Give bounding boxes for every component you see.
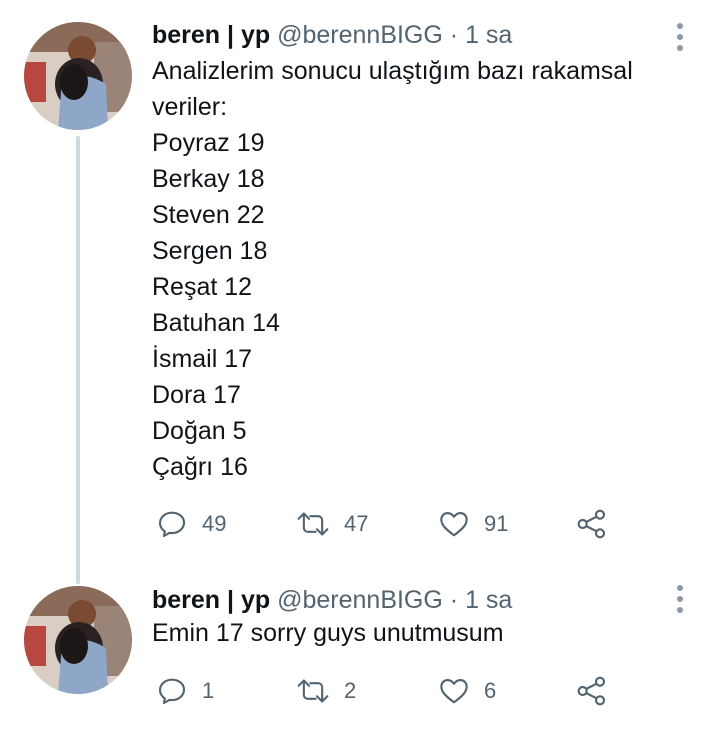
tweet-actions: 49 47 91: [156, 504, 626, 544]
tweet[interactable]: beren | yp @berennBIGG · 1 sa Analizleri…: [0, 0, 719, 584]
like-button[interactable]: 91: [438, 504, 508, 544]
avatar[interactable]: [24, 586, 132, 694]
separator-dot: ·: [449, 586, 459, 614]
tweet-text-line: Reşat 12: [152, 273, 253, 301]
tweet-text: Analizlerim sonucu ulaştığım bazı rakams…: [152, 53, 692, 485]
thread-connector-line: [76, 136, 80, 584]
avatar[interactable]: [24, 22, 132, 130]
tweet-text-line: veriler:: [152, 93, 228, 121]
separator-dot: ·: [449, 21, 459, 49]
tweet-actions: 1 2 6: [156, 671, 626, 711]
tweet-text-line: Çağrı 16: [152, 453, 248, 481]
reply-count: 1: [202, 678, 215, 703]
more-vertical-icon: [677, 585, 683, 613]
retweet-icon: [297, 512, 329, 536]
tweet-text-line: Sergen 18: [152, 237, 268, 265]
retweet-button[interactable]: 47: [296, 504, 368, 544]
tweet-text-line: Steven 22: [152, 201, 265, 229]
tweet-header: beren | yp @berennBIGG · 1 sa: [152, 18, 512, 52]
author-name[interactable]: beren | yp: [152, 21, 270, 49]
avatar-photo: [24, 586, 132, 694]
like-button[interactable]: 6: [438, 671, 496, 711]
timestamp[interactable]: 1 sa: [465, 21, 512, 49]
like-count: 6: [484, 678, 497, 703]
tweet-text: Emin 17 sorry guys unutmusum: [152, 615, 692, 651]
share-icon: [577, 509, 606, 539]
tweet-text-line: Poyraz 19: [152, 129, 265, 157]
avatar-photo: [24, 22, 132, 130]
reply-button[interactable]: 49: [156, 504, 226, 544]
heart-icon: [440, 512, 468, 537]
reply-icon: [158, 678, 186, 705]
author-name[interactable]: beren | yp: [152, 586, 270, 614]
retweet-count: 2: [344, 678, 357, 703]
heart-icon: [440, 679, 468, 704]
tweet-text-line: Dora 17: [152, 381, 241, 409]
more-options-button[interactable]: [675, 22, 685, 52]
author-handle[interactable]: @berennBIGG: [277, 21, 443, 49]
tweet-text-line: Doğan 5: [152, 417, 247, 445]
tweet-text-line: İsmail 17: [152, 345, 253, 373]
reply-count: 49: [202, 511, 227, 536]
tweet[interactable]: beren | yp @berennBIGG · 1 sa Emin 17 so…: [0, 570, 719, 730]
retweet-button[interactable]: 2: [296, 671, 356, 711]
share-button[interactable]: [576, 671, 608, 711]
more-vertical-icon: [677, 23, 683, 51]
like-count: 91: [484, 511, 509, 536]
tweet-text-line: Berkay 18: [152, 165, 265, 193]
tweet-text-line: Batuhan 14: [152, 309, 280, 337]
tweet-header: beren | yp @berennBIGG · 1 sa: [152, 583, 512, 617]
share-icon: [577, 676, 606, 706]
reply-icon: [158, 511, 186, 538]
reply-button[interactable]: 1: [156, 671, 214, 711]
tweet-text-line: Emin 17 sorry guys unutmusum: [152, 619, 504, 647]
tweet-text-line: Analizlerim sonucu ulaştığım bazı rakams…: [152, 57, 633, 85]
retweet-icon: [297, 679, 329, 703]
more-options-button[interactable]: [675, 584, 685, 614]
share-button[interactable]: [576, 504, 608, 544]
author-handle[interactable]: @berennBIGG: [277, 586, 443, 614]
timestamp[interactable]: 1 sa: [465, 586, 512, 614]
retweet-count: 47: [344, 511, 369, 536]
